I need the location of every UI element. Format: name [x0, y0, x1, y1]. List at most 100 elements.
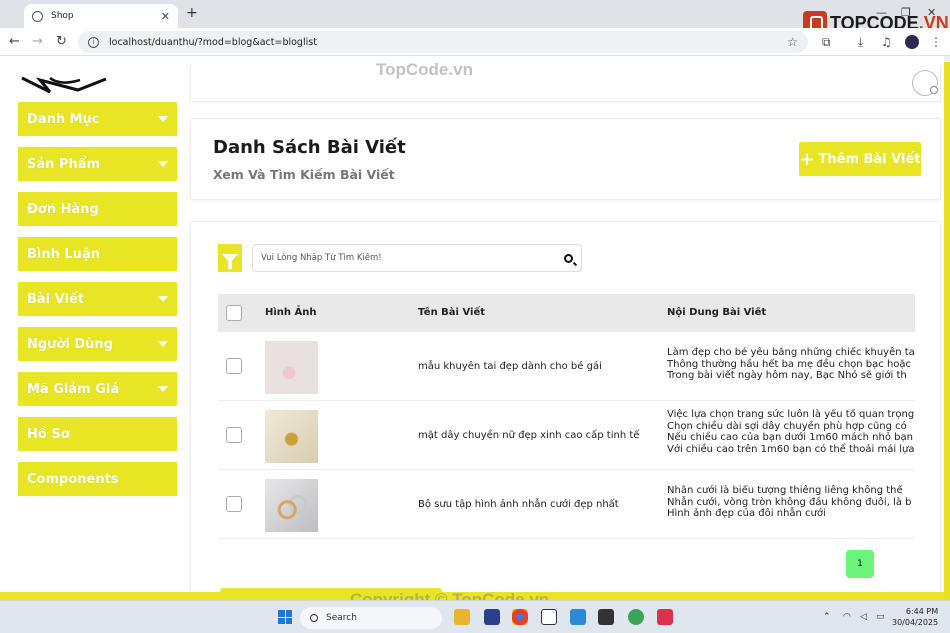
media-icon[interactable]: ♫ [881, 35, 892, 49]
sidebar-item[interactable]: Bài Viết [18, 282, 177, 316]
sidebar-item-label: Đơn Hàng [27, 201, 99, 217]
post-content-line: Chọn chiều dài sợi dây chuyền phù hợp cũ… [667, 420, 907, 432]
table-row[interactable]: Bộ sưu tập hình ảnh nhẫn cưới đẹp nhất Nh… [218, 470, 915, 539]
taskbar-search[interactable]: Search [300, 607, 442, 629]
address-bar: ← → ↻ i localhost/duanthu/?mod=blog&act=… [0, 28, 950, 56]
wifi-icon[interactable]: ◠ [843, 612, 851, 622]
sidebar-item[interactable]: Bình Luận [18, 237, 177, 271]
page-header: Danh Sách Bài Viết Xem Và Tìm Kiếm Bài V… [190, 118, 941, 200]
chrome-icon[interactable] [512, 609, 528, 625]
post-content: Nhẫn cưới là biểu tượng thiêng liêng khô… [667, 485, 915, 520]
post-content-line: Làm đẹp cho bé yêu bằng những chiếc khuy… [667, 347, 915, 358]
page-scrollbar[interactable] [944, 56, 950, 602]
sidebar-item[interactable]: Danh Mục [18, 102, 177, 136]
page-viewport: Danh Mục Sản Phẩm Đơn Hàng Bình Luận Bài Viế… [0, 56, 944, 600]
sidebar: Danh Mục Sản Phẩm Đơn Hàng Bình Luận Bài Viế… [18, 102, 177, 507]
file-explorer-icon[interactable] [454, 609, 470, 625]
table-row[interactable]: mặt dây chuyền nữ đẹp xinh cao cấp tinh … [218, 401, 915, 470]
notion-icon[interactable] [541, 609, 557, 625]
post-table: Hình Ảnh Tên Bài Viết Nội Dung Bài Viết … [218, 294, 915, 539]
sidebar-item[interactable]: Components [18, 462, 177, 496]
sidebar-item[interactable]: Người Dùng [18, 327, 177, 361]
app-l-icon[interactable] [484, 609, 500, 625]
bookmark-star-icon[interactable]: ☆ [787, 35, 798, 49]
search-icon[interactable] [564, 253, 573, 263]
clock-date: 30/04/2025 [892, 618, 939, 627]
search-input[interactable] [261, 253, 551, 263]
filter-button[interactable] [218, 244, 242, 272]
app-recorder-icon[interactable] [657, 609, 673, 625]
battery-icon[interactable]: ▭ [876, 612, 885, 622]
extensions-icon[interactable]: ⧉ [822, 35, 831, 50]
add-post-button[interactable]: + Thêm Bài Viết [799, 142, 921, 176]
post-thumbnail [265, 341, 318, 394]
page-subtitle: Xem Và Tìm Kiếm Bài Viết [213, 167, 395, 182]
select-all-checkbox[interactable] [226, 305, 242, 321]
plus-icon: + [799, 148, 815, 170]
volume-icon[interactable]: ◁ [860, 612, 867, 622]
post-content-line: Nhẫn cưới, vòng tròn không đầu không đuô… [667, 496, 912, 508]
post-content-line: Hình ảnh đẹp của đôi nhẫn cưới [667, 508, 826, 519]
table-row[interactable]: mẫu khuyên tai đẹp dành cho bé gái Làm đẹ… [218, 332, 915, 401]
site-info-icon[interactable]: i [88, 36, 99, 48]
post-title: mẫu khuyên tai đẹp dành cho bé gái [418, 361, 602, 372]
post-content-line: Trong bài viết ngày hôm nay, Bạc Nhỏ sẽ … [667, 370, 907, 381]
tab-close-icon[interactable]: ✕ [161, 10, 170, 23]
user-avatar[interactable] [912, 70, 938, 96]
sidebar-item[interactable]: Đơn Hàng [18, 192, 177, 226]
post-content-line: Nếu chiều cao của bạn dưới 1m60 mách nhỏ… [667, 432, 913, 443]
clock-time: 6:44 PM [905, 607, 939, 616]
column-header-image: Hình Ảnh [265, 307, 317, 318]
chevron-down-icon [158, 161, 168, 167]
table-body: mẫu khuyên tai đẹp dành cho bé gái Làm đẹ… [218, 332, 915, 539]
new-tab-button[interactable]: + [186, 5, 198, 21]
post-content-line: Với chiều cao trên 1m60 bạn có thể thoải… [667, 443, 915, 455]
back-arrow-icon[interactable]: ← [9, 34, 20, 49]
sidebar-item[interactable]: Sản Phẩm [18, 147, 177, 181]
tab-title: Shop [51, 11, 74, 21]
watermark-top: TopCode.vn [376, 60, 473, 79]
row-checkbox[interactable] [226, 358, 242, 374]
search-box [252, 244, 582, 272]
sidebar-item-label: Sản Phẩm [27, 156, 101, 172]
pagination-page-1[interactable]: 1 [846, 550, 874, 578]
page-title: Danh Sách Bài Viết [213, 137, 406, 158]
terminal-icon[interactable] [598, 609, 614, 625]
app-hs-icon[interactable] [628, 609, 644, 625]
brand-logo-icon[interactable] [20, 76, 108, 94]
forward-arrow-icon[interactable]: → [32, 34, 43, 49]
url-field[interactable]: i localhost/duanthu/?mod=blog&act=blogli… [78, 31, 808, 53]
filter-funnel-icon [222, 253, 238, 269]
windows-start-icon[interactable] [278, 610, 292, 624]
scrollbar-thumb[interactable] [944, 62, 950, 602]
column-header-title: Tên Bài Viết [418, 307, 486, 318]
chevron-down-icon [158, 386, 168, 392]
tray-chevron-icon[interactable]: ⌃ [823, 612, 831, 622]
post-thumbnail [265, 479, 318, 532]
taskbar-clock[interactable]: 6:44 PM 30/04/2025 [892, 606, 938, 628]
browser-tab[interactable]: Shop ✕ [24, 4, 178, 28]
top-bar [190, 64, 941, 102]
post-title: mặt dây chuyền nữ đẹp xinh cao cấp tinh … [418, 430, 640, 441]
download-icon[interactable]: ⤓ [858, 35, 863, 50]
post-content-line: Thông thường hầu hết ba mẹ đều chọn bạc … [667, 358, 912, 370]
sidebar-item-label: Components [27, 471, 119, 487]
sidebar-item[interactable]: Mã Giảm Giá [18, 372, 177, 406]
taskbar-search-icon [310, 614, 318, 622]
reload-icon[interactable]: ↻ [56, 34, 67, 49]
column-header-content: Nội Dung Bài Viết [667, 307, 767, 318]
post-content: Làm đẹp cho bé yêu bằng những chiếc khuy… [667, 347, 915, 382]
sidebar-item-label: Bài Viết [27, 291, 84, 307]
post-content-line: Việc lựa chọn trang sức luôn là yếu tố q… [667, 409, 915, 420]
sidebar-item[interactable]: Hồ Sơ [18, 417, 177, 451]
add-post-label: Thêm Bài Viết [818, 151, 921, 167]
menu-kebab-icon[interactable]: ⋮ [930, 35, 942, 49]
post-list-card: Hình Ảnh Tên Bài Viết Nội Dung Bài Viết … [190, 221, 941, 600]
os-taskbar: Search ⌃ ◠ ◁ ▭ 6:44 PM 30/04/2025 [0, 600, 950, 633]
taskbar-search-label: Search [326, 613, 357, 623]
profile-avatar[interactable] [905, 35, 919, 49]
chevron-down-icon [158, 116, 168, 122]
row-checkbox[interactable] [226, 427, 242, 443]
vscode-icon[interactable] [570, 609, 586, 625]
row-checkbox[interactable] [226, 496, 242, 512]
